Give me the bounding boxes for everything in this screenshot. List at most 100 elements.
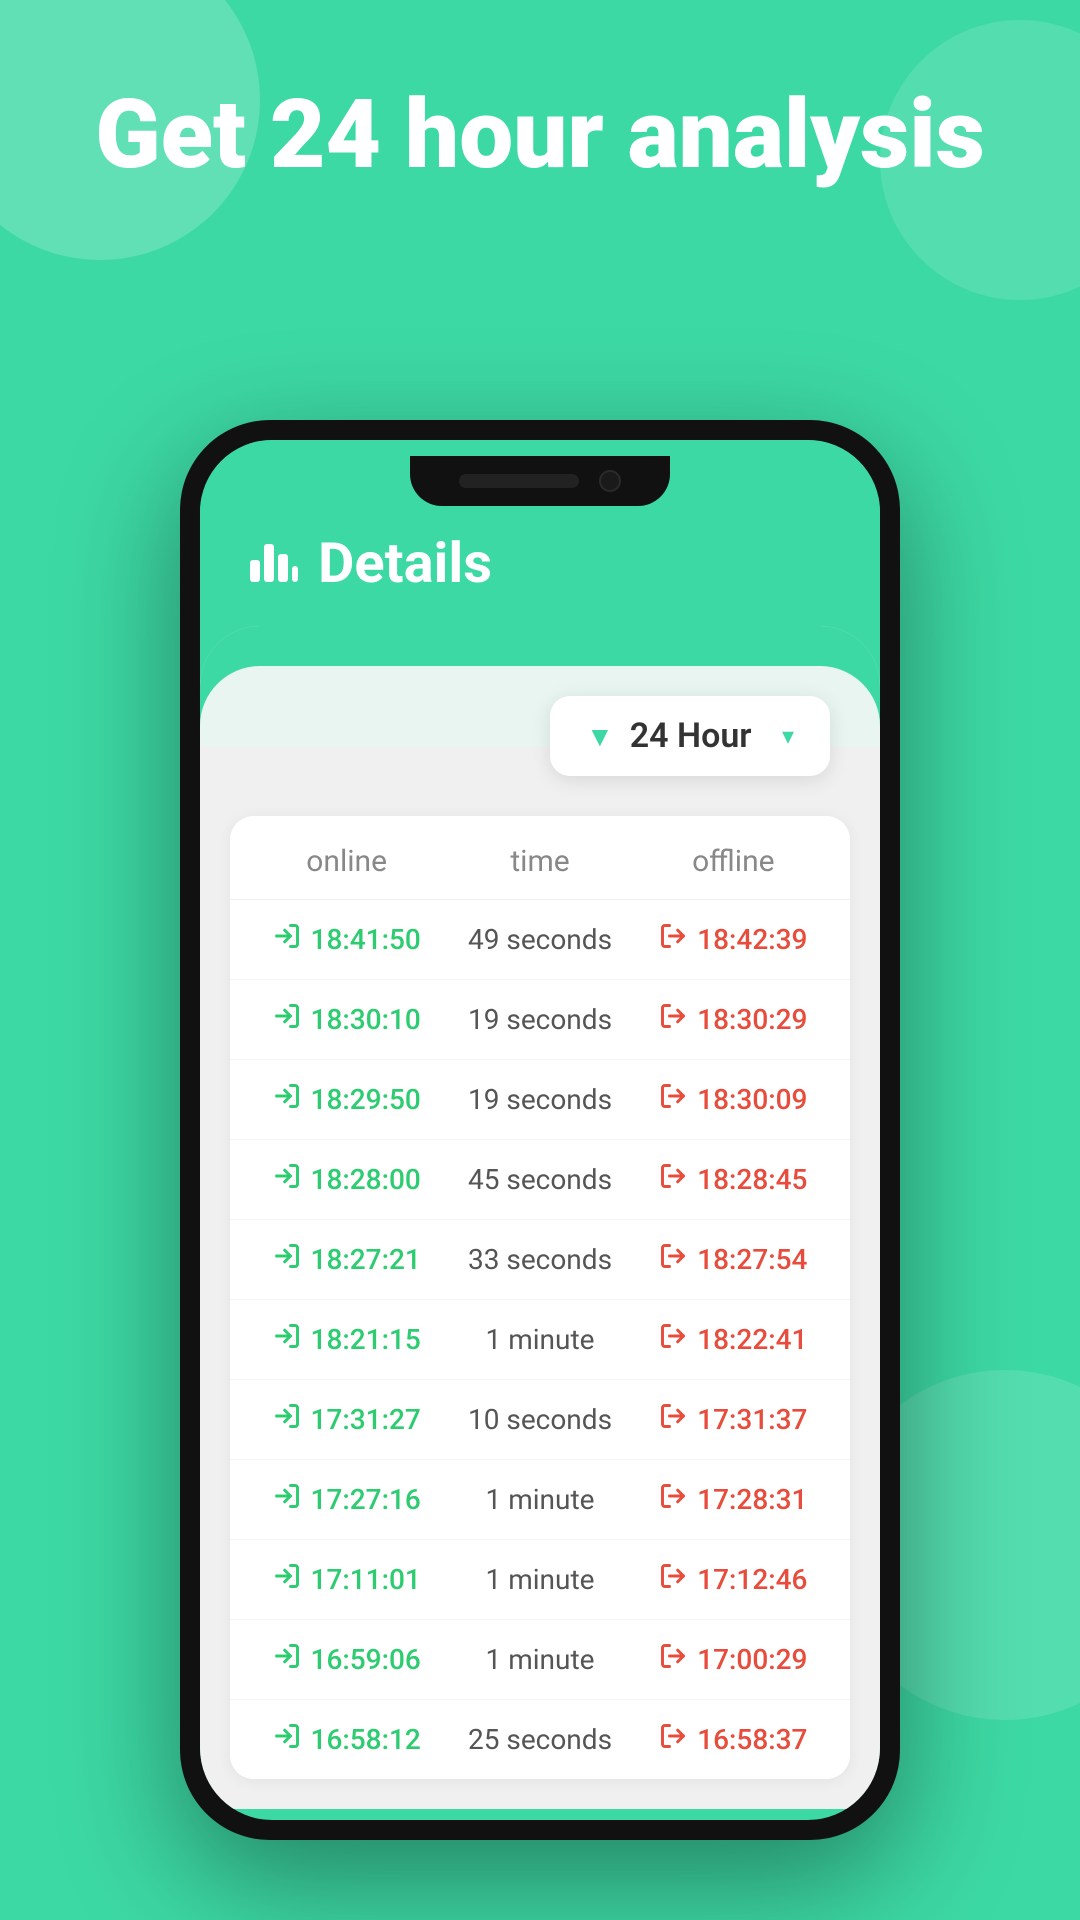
hero-title: Get 24 hour analysis xyxy=(0,80,1080,190)
logout-icon xyxy=(659,1402,687,1437)
notch-camera xyxy=(599,470,621,492)
offline-time-10: 16:58:37 xyxy=(697,1723,807,1756)
login-icon xyxy=(273,1402,301,1437)
offline-time-8: 17:12:46 xyxy=(697,1563,807,1596)
online-time-6: 17:31:27 xyxy=(311,1403,421,1436)
cell-duration-7: 1 minute xyxy=(443,1483,636,1516)
filter-dropdown[interactable]: ▼ 24 Hour ▾ xyxy=(550,696,830,776)
logout-icon xyxy=(659,1642,687,1677)
cell-offline-0: 18:42:39 xyxy=(637,922,830,957)
phone-notch xyxy=(410,456,670,506)
offline-time-6: 17:31:37 xyxy=(697,1403,807,1436)
cell-online-10: 16:58:12 xyxy=(250,1722,443,1757)
cell-online-8: 17:11:01 xyxy=(250,1562,443,1597)
online-time-0: 18:41:50 xyxy=(311,923,421,956)
offline-time-2: 18:30:09 xyxy=(697,1083,807,1116)
phone-frame: Details ▼ 24 Hour ▾ online time xyxy=(180,420,900,1840)
login-icon xyxy=(273,922,301,957)
chart-bar-icon xyxy=(250,544,298,582)
table-row: 16:59:06 1 minute 17:00:29 xyxy=(230,1620,850,1700)
login-icon xyxy=(273,1322,301,1357)
table-row: 17:11:01 1 minute 17:12:46 xyxy=(230,1540,850,1620)
online-time-8: 17:11:01 xyxy=(311,1563,421,1596)
cell-online-5: 18:21:15 xyxy=(250,1322,443,1357)
cell-offline-7: 17:28:31 xyxy=(637,1482,830,1517)
table-row: 18:28:00 45 seconds 18:28:45 xyxy=(230,1140,850,1220)
logout-icon xyxy=(659,1082,687,1117)
cell-offline-8: 17:12:46 xyxy=(637,1562,830,1597)
cell-duration-8: 1 minute xyxy=(443,1563,636,1596)
offline-time-4: 18:27:54 xyxy=(697,1243,807,1276)
login-icon xyxy=(273,1082,301,1117)
col-header-time: time xyxy=(443,844,636,879)
logout-icon xyxy=(659,1482,687,1517)
logout-icon xyxy=(659,1722,687,1757)
cell-duration-1: 19 seconds xyxy=(443,1003,636,1036)
phone-screen: Details ▼ 24 Hour ▾ online time xyxy=(200,440,880,1820)
col-header-offline: offline xyxy=(637,844,830,879)
online-time-10: 16:58:12 xyxy=(311,1723,421,1756)
login-icon xyxy=(273,1002,301,1037)
table-body: 18:41:50 49 seconds 18:42:39 xyxy=(230,900,850,1779)
cell-duration-10: 25 seconds xyxy=(443,1723,636,1756)
online-time-2: 18:29:50 xyxy=(311,1083,421,1116)
cell-online-2: 18:29:50 xyxy=(250,1082,443,1117)
online-time-4: 18:27:21 xyxy=(311,1243,421,1276)
offline-time-9: 17:00:29 xyxy=(697,1643,807,1676)
cell-online-1: 18:30:10 xyxy=(250,1002,443,1037)
cell-duration-3: 45 seconds xyxy=(443,1163,636,1196)
offline-time-7: 17:28:31 xyxy=(697,1483,807,1516)
offline-time-1: 18:30:29 xyxy=(697,1003,807,1036)
login-icon xyxy=(273,1562,301,1597)
cell-offline-2: 18:30:09 xyxy=(637,1082,830,1117)
table-row: 18:27:21 33 seconds 18:27:54 xyxy=(230,1220,850,1300)
cell-offline-10: 16:58:37 xyxy=(637,1722,830,1757)
cell-offline-1: 18:30:29 xyxy=(637,1002,830,1037)
login-icon xyxy=(273,1642,301,1677)
cell-online-3: 18:28:00 xyxy=(250,1162,443,1197)
table-row: 18:21:15 1 minute 18:22:41 xyxy=(230,1300,850,1380)
logout-icon xyxy=(659,1322,687,1357)
login-icon xyxy=(273,1482,301,1517)
cell-online-9: 16:59:06 xyxy=(250,1642,443,1677)
table-header: online time offline xyxy=(230,816,850,900)
session-table: online time offline 18:41:50 49 se xyxy=(230,816,850,1779)
offline-time-5: 18:22:41 xyxy=(697,1323,807,1356)
filter-container: ▼ 24 Hour ▾ xyxy=(230,676,850,796)
cell-duration-5: 1 minute xyxy=(443,1323,636,1356)
table-row: 18:29:50 19 seconds 18:30:09 xyxy=(230,1060,850,1140)
table-row: 17:31:27 10 seconds 17:31:37 xyxy=(230,1380,850,1460)
offline-time-0: 18:42:39 xyxy=(697,923,807,956)
login-icon xyxy=(273,1242,301,1277)
online-time-7: 17:27:16 xyxy=(311,1483,421,1516)
login-icon xyxy=(273,1162,301,1197)
offline-time-3: 18:28:45 xyxy=(697,1163,807,1196)
cell-duration-6: 10 seconds xyxy=(443,1403,636,1436)
online-time-5: 18:21:15 xyxy=(311,1323,421,1356)
chevron-down-icon: ▾ xyxy=(782,722,794,750)
cell-online-0: 18:41:50 xyxy=(250,922,443,957)
table-row: 16:58:12 25 seconds 16:58:37 xyxy=(230,1700,850,1779)
cell-online-4: 18:27:21 xyxy=(250,1242,443,1277)
cell-duration-9: 1 minute xyxy=(443,1643,636,1676)
logout-icon xyxy=(659,922,687,957)
screen-content: ▼ 24 Hour ▾ online time offline xyxy=(200,626,880,1809)
cell-offline-4: 18:27:54 xyxy=(637,1242,830,1277)
notch-speaker xyxy=(459,474,579,488)
cell-online-7: 17:27:16 xyxy=(250,1482,443,1517)
table-row: 18:30:10 19 seconds 18:30:29 xyxy=(230,980,850,1060)
col-header-online: online xyxy=(250,844,443,879)
cell-online-6: 17:31:27 xyxy=(250,1402,443,1437)
logout-icon xyxy=(659,1242,687,1277)
filter-label: 24 Hour xyxy=(630,716,766,756)
logout-icon xyxy=(659,1162,687,1197)
cell-offline-5: 18:22:41 xyxy=(637,1322,830,1357)
cell-offline-6: 17:31:37 xyxy=(637,1402,830,1437)
online-time-1: 18:30:10 xyxy=(311,1003,421,1036)
cell-duration-4: 33 seconds xyxy=(443,1243,636,1276)
table-row: 17:27:16 1 minute 17:28:31 xyxy=(230,1460,850,1540)
cell-offline-3: 18:28:45 xyxy=(637,1162,830,1197)
logout-icon xyxy=(659,1562,687,1597)
online-time-3: 18:28:00 xyxy=(311,1163,421,1196)
cell-duration-2: 19 seconds xyxy=(443,1083,636,1116)
